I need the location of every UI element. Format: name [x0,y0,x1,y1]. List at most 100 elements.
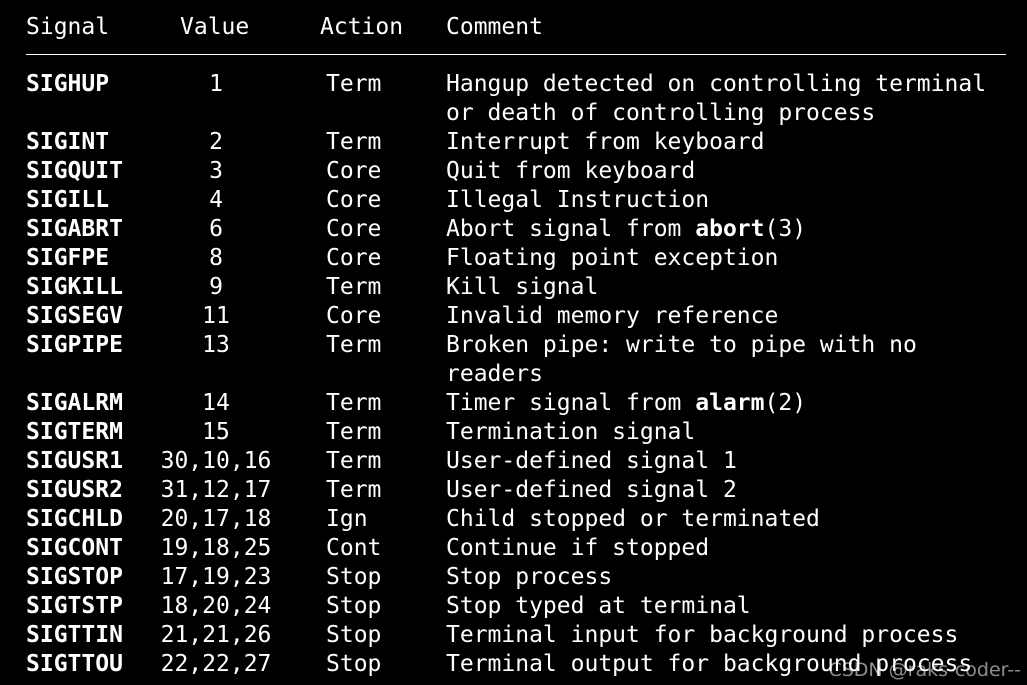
signal-action: Stop [326,651,382,677]
signal-value: 20,17,18 [160,506,272,532]
signal-name: SIGHUP [26,71,110,97]
signal-comment: Stop typed at terminal [446,592,1006,621]
signal-name: SIGSTOP [26,564,123,590]
comment-line: Invalid memory reference [446,303,779,329]
signal-name: SIGABRT [26,216,123,242]
signal-value: 6 [209,216,223,242]
signal-value: 9 [209,274,223,300]
signal-value: 22,22,27 [160,651,272,677]
signal-comment: Stop process [446,563,1006,592]
signal-action: Stop [326,564,382,590]
signal-comment: User-defined signal 1 [446,447,1006,476]
signal-value: 13 [202,332,230,358]
function-name: abort [695,216,765,242]
signal-action: Term [326,419,382,445]
signal-name: SIGSEGV [26,303,123,329]
signal-action: Core [326,158,382,184]
signal-action: Term [326,71,382,97]
signal-name: SIGCONT [26,535,123,561]
signal-comment: Illegal Instruction [446,186,1006,215]
signal-value: 11 [202,303,230,329]
function-name: alarm [695,390,765,416]
table-row: SIGPIPE 13 Term Broken pipe: write to pipe … [26,331,1006,389]
table-row: SIGUSR2 31,12,17 Term User-defined signal 2 [26,476,1006,505]
signal-value: 19,18,25 [160,535,272,561]
signal-value: 31,12,17 [160,477,272,503]
signal-name: SIGINT [26,129,110,155]
table-row: SIGCHLD 20,17,18 Ign Child stopped or termi… [26,505,1006,534]
comment-line: Termination signal [446,419,696,445]
signal-name: SIGQUIT [26,158,123,184]
comment-line: Child stopped or terminated [446,506,820,532]
comment-line: Broken pipe: write to pipe with no [446,332,917,358]
signal-value: 1 [209,71,223,97]
signal-comment: User-defined signal 2 [446,476,1006,505]
comment-line: Floating point exception [446,245,779,271]
signal-value: 3 [209,158,223,184]
signal-name: SIGUSR2 [26,477,123,503]
signal-comment: Terminal input for background process [446,621,1006,650]
comment-text: Timer signal from [446,390,696,416]
header-divider [26,54,1006,55]
comment-line: Stop typed at terminal [446,593,751,619]
signal-comment: Child stopped or terminated [446,505,1006,534]
signal-name: SIGTERM [26,419,123,445]
table-row: SIGSEGV 11 Core Invalid memory reference [26,302,1006,331]
signal-name: SIGTSTP [26,593,123,619]
signal-comment: Abort signal from abort(3) [446,215,1006,244]
watermark: CSDN @raks-coder-- [828,659,1021,681]
signal-name: SIGPIPE [26,332,123,358]
comment-text: (3) [764,216,807,242]
table-row: SIGKILL 9 Term Kill signal [26,273,1006,302]
table-row: SIGINT 2 Term Interrupt from keyboard [26,128,1006,157]
comment-text: (2) [764,390,807,416]
comment-line: User-defined signal 1 [446,448,737,474]
signal-comment: Termination signal [446,418,1006,447]
signal-action: Core [326,245,382,271]
comment-line: User-defined signal 2 [446,477,737,503]
signal-action: Ign [326,506,368,532]
signal-value: 4 [209,187,223,213]
table-header: Signal Value Action Comment [26,12,1006,42]
header-value: Value [180,14,250,40]
signal-comment: Quit from keyboard [446,157,1006,186]
signal-action: Term [326,129,382,155]
table-row: SIGUSR1 30,10,16 Term User-defined signal 1 [26,447,1006,476]
comment-line: Abort signal from abort(3) [446,215,1006,244]
comment-line: readers [446,361,543,387]
signal-action: Stop [326,622,382,648]
comment-line: Hangup detected on controlling terminal [446,71,987,97]
comment-line: Illegal Instruction [446,187,710,213]
signal-value: 30,10,16 [160,448,272,474]
signal-name: SIGFPE [26,245,110,271]
table-row: SIGCONT 19,18,25 Cont Continue if stopped [26,534,1006,563]
signal-name: SIGILL [26,187,110,213]
signal-action: Core [326,303,382,329]
signal-action: Term [326,477,382,503]
signal-name: SIGTTIN [26,622,123,648]
signal-action: Cont [326,535,382,561]
signal-action: Term [326,448,382,474]
comment-line: Interrupt from keyboard [446,129,765,155]
comment-line: or death of controlling process [446,100,876,126]
comment-line: Stop process [446,564,613,590]
table-body: SIGHUP 1 Term Hangup detected on controllin… [26,70,1006,679]
signal-comment: Hangup detected on controlling terminal o… [446,70,1006,128]
signal-value: 15 [202,419,230,445]
signal-comment: Broken pipe: write to pipe with no reader… [446,331,1006,389]
table-row: SIGSTOP 17,19,23 Stop Stop process [26,563,1006,592]
signal-name: SIGTTOU [26,651,123,677]
table-row: SIGTTIN 21,21,26 Stop Terminal input for ba… [26,621,1006,650]
table-row: SIGQUIT 3 Core Quit from keyboard [26,157,1006,186]
signal-action: Core [326,216,382,242]
signal-comment: Kill signal [446,273,1006,302]
signal-value: 18,20,24 [160,593,272,619]
table-row: SIGABRT 6 Core Abort signal from abort(3) [26,215,1006,244]
table-row: SIGFPE 8 Core Floating point exception [26,244,1006,273]
signal-value: 2 [209,129,223,155]
comment-line: Timer signal from alarm(2) [446,389,1006,418]
header-action: Action [320,14,404,40]
signal-comment: Timer signal from alarm(2) [446,389,1006,418]
table-row: SIGTERM 15 Term Termination signal [26,418,1006,447]
table-row: SIGILL 4 Core Illegal Instruction [26,186,1006,215]
